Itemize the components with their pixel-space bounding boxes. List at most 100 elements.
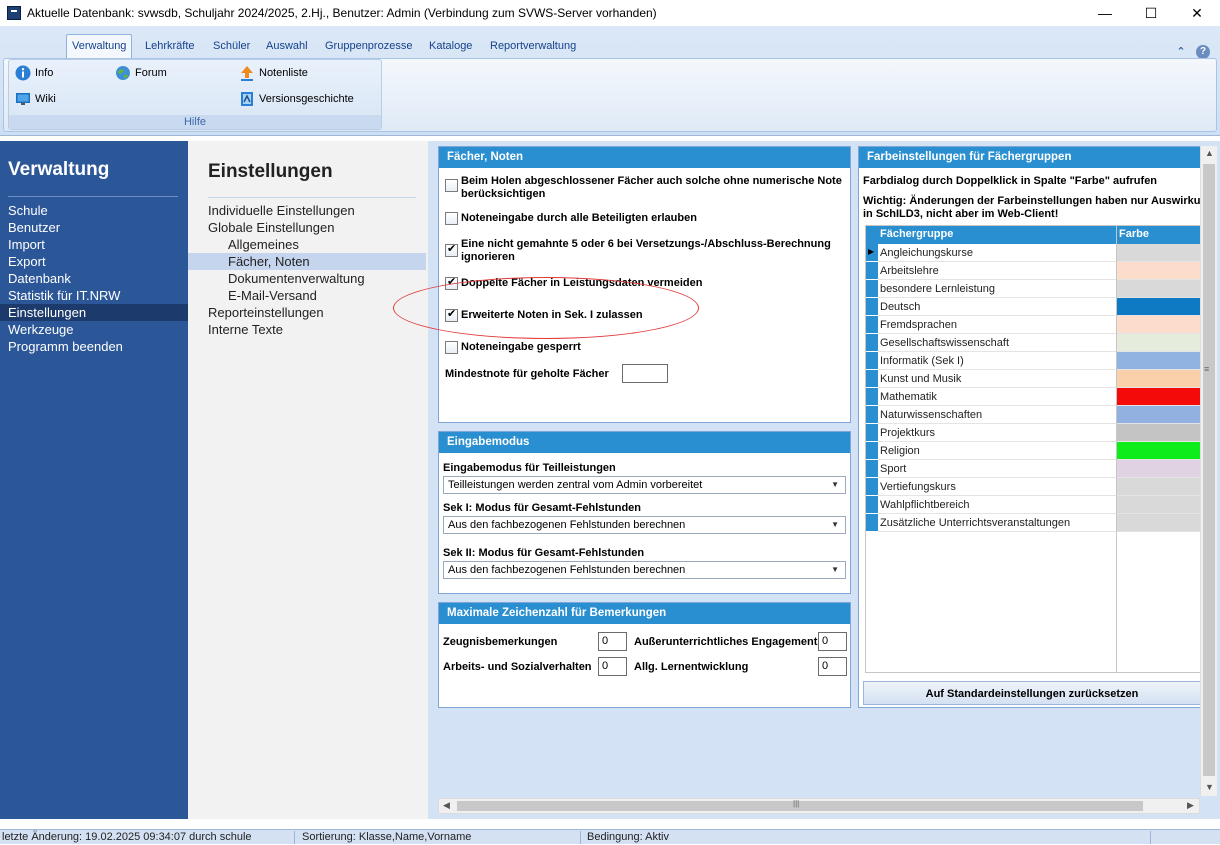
lernentwicklung-input[interactable]: 0 xyxy=(818,657,847,676)
teilleistungen-dropdown[interactable]: Teilleistungen werden zentral vom Admin … xyxy=(443,476,846,494)
table-row[interactable]: Naturwissenschaften xyxy=(866,406,1200,424)
reset-defaults-button[interactable]: Auf Standardeinstellungen zurücksetzen xyxy=(863,681,1201,705)
cell-farbe[interactable] xyxy=(1117,496,1200,513)
row-header[interactable] xyxy=(866,388,878,406)
sek1-fehlstunden-dropdown[interactable]: Aus den fachbezogenen Fehlstunden berech… xyxy=(443,516,846,534)
cell-farbe[interactable] xyxy=(1117,352,1200,369)
nav-item-werkzeuge[interactable]: Werkzeuge xyxy=(0,321,188,338)
table-row[interactable]: Fremdsprachen xyxy=(866,316,1200,334)
cell-farbe[interactable] xyxy=(1117,262,1200,279)
settings-item-allgemeines[interactable]: Allgemeines xyxy=(188,236,426,253)
wiki-button[interactable]: Wiki xyxy=(15,89,56,109)
help-icon[interactable]: ? xyxy=(1196,45,1210,59)
tab-verwaltung[interactable]: Verwaltung xyxy=(66,34,133,58)
sek2-fehlstunden-dropdown[interactable]: Aus den fachbezogenen Fehlstunden berech… xyxy=(443,561,846,579)
cell-farbe[interactable] xyxy=(1117,514,1200,531)
table-row[interactable]: Gesellschaftswissenschaft xyxy=(866,334,1200,352)
nav-item-programm-beenden[interactable]: Programm beenden xyxy=(0,338,188,355)
checkbox-nicht-gemahnte-5-6[interactable] xyxy=(445,242,458,257)
table-row[interactable]: Wahlpflichtbereich xyxy=(866,496,1200,514)
row-header[interactable] xyxy=(866,514,878,532)
horizontal-scroll-thumb[interactable]: ||| xyxy=(457,799,1143,811)
table-row[interactable]: besondere Lernleistung xyxy=(866,280,1200,298)
settings-item-interne-texte[interactable]: Interne Texte xyxy=(188,321,426,338)
cell-farbe[interactable] xyxy=(1117,478,1200,495)
scroll-up-icon[interactable]: ▲ xyxy=(1205,148,1214,158)
table-row[interactable]: ▶ Angleichungskurse xyxy=(866,244,1200,262)
settings-item-email-versand[interactable]: E-Mail-Versand xyxy=(188,287,426,304)
settings-item-globale[interactable]: Globale Einstellungen xyxy=(188,219,426,236)
nav-item-benutzer[interactable]: Benutzer xyxy=(0,219,188,236)
row-header[interactable] xyxy=(866,280,878,298)
table-row[interactable]: Deutsch xyxy=(866,298,1200,316)
row-header[interactable]: ▶ xyxy=(866,244,878,262)
cell-farbe[interactable] xyxy=(1117,442,1200,459)
cell-farbe[interactable] xyxy=(1117,460,1200,477)
tab-schueler[interactable]: Schüler xyxy=(208,36,255,56)
ausserunterrichtliches-engagement-input[interactable]: 0 xyxy=(818,632,847,651)
horizontal-scrollbar[interactable]: ◀ ||| ▶ xyxy=(438,798,1200,814)
checkbox-noteneingabe-gesperrt[interactable] xyxy=(445,341,458,354)
nav-item-statistik[interactable]: Statistik für IT.NRW xyxy=(0,287,188,304)
cell-farbe[interactable] xyxy=(1117,244,1200,261)
cell-farbe[interactable] xyxy=(1117,298,1200,315)
row-header[interactable] xyxy=(866,424,878,442)
cell-farbe[interactable] xyxy=(1117,406,1200,423)
table-row[interactable]: Religion xyxy=(866,442,1200,460)
forum-button[interactable]: Forum xyxy=(115,63,167,83)
settings-item-faecher-noten[interactable]: Fächer, Noten xyxy=(188,253,426,270)
settings-item-dokumentenverwaltung[interactable]: Dokumentenverwaltung xyxy=(188,270,426,287)
arbeits-sozialverhalten-input[interactable]: 0 xyxy=(598,657,627,676)
minimize-button[interactable]: — xyxy=(1082,0,1128,26)
table-row[interactable]: Mathematik xyxy=(866,388,1200,406)
info-button[interactable]: Info xyxy=(15,63,53,83)
zeugnisbemerkungen-input[interactable]: 0 xyxy=(598,632,627,651)
column-farbe[interactable]: Farbe xyxy=(1119,228,1149,240)
close-button[interactable]: ✕ xyxy=(1174,0,1220,26)
tab-gruppenprozesse[interactable]: Gruppenprozesse xyxy=(320,36,417,56)
settings-item-individuelle[interactable]: Individuelle Einstellungen xyxy=(188,202,426,219)
tab-kataloge[interactable]: Kataloge xyxy=(424,36,477,56)
column-faechergruppe[interactable]: Fächergruppe xyxy=(880,228,953,240)
mindestnote-input[interactable] xyxy=(622,364,668,383)
row-header[interactable] xyxy=(866,442,878,460)
tab-reportverwaltung[interactable]: Reportverwaltung xyxy=(485,36,581,56)
scroll-right-icon[interactable]: ▶ xyxy=(1187,800,1194,811)
nav-item-schule[interactable]: Schule xyxy=(0,202,188,219)
checkbox-ohne-numerische-note[interactable] xyxy=(445,179,458,192)
row-header[interactable] xyxy=(866,496,878,514)
row-header[interactable] xyxy=(866,370,878,388)
table-row[interactable]: Sport xyxy=(866,460,1200,478)
cell-farbe[interactable] xyxy=(1117,316,1200,333)
cell-farbe[interactable] xyxy=(1117,388,1200,405)
row-header[interactable] xyxy=(866,298,878,316)
table-row[interactable]: Zusätzliche Unterrichtsveranstaltungen xyxy=(866,514,1200,532)
cell-farbe[interactable] xyxy=(1117,424,1200,441)
cell-farbe[interactable] xyxy=(1117,370,1200,387)
cell-farbe[interactable] xyxy=(1117,334,1200,351)
tab-lehrkraefte[interactable]: Lehrkräfte xyxy=(140,36,200,56)
nav-item-datenbank[interactable]: Datenbank xyxy=(0,270,188,287)
maximize-button[interactable]: ☐ xyxy=(1128,0,1174,26)
row-header[interactable] xyxy=(866,406,878,424)
nav-item-einstellungen[interactable]: Einstellungen xyxy=(0,304,188,321)
notenliste-button[interactable]: Notenliste xyxy=(239,63,308,83)
scroll-down-icon[interactable]: ▼ xyxy=(1205,782,1214,792)
settings-item-reporteinstellungen[interactable]: Reporteinstellungen xyxy=(188,304,426,321)
vertical-scrollbar[interactable]: ▲ ≡ ▼ xyxy=(1200,146,1217,796)
versionsgeschichte-button[interactable]: Versionsgeschichte xyxy=(239,89,354,109)
table-row[interactable]: Informatik (Sek I) xyxy=(866,352,1200,370)
row-header[interactable] xyxy=(866,262,878,280)
checkbox-alle-beteiligten[interactable] xyxy=(445,212,458,225)
nav-item-import[interactable]: Import xyxy=(0,236,188,253)
table-row[interactable]: Vertiefungskurs xyxy=(866,478,1200,496)
cell-farbe[interactable] xyxy=(1117,280,1200,297)
table-row[interactable]: Arbeitslehre xyxy=(866,262,1200,280)
row-header[interactable] xyxy=(866,478,878,496)
row-header[interactable] xyxy=(866,334,878,352)
table-row[interactable]: Kunst und Musik xyxy=(866,370,1200,388)
row-header[interactable] xyxy=(866,352,878,370)
tab-auswahl[interactable]: Auswahl xyxy=(261,36,313,56)
row-header[interactable] xyxy=(866,316,878,334)
collapse-ribbon-icon[interactable]: ⌃ xyxy=(1174,45,1188,59)
